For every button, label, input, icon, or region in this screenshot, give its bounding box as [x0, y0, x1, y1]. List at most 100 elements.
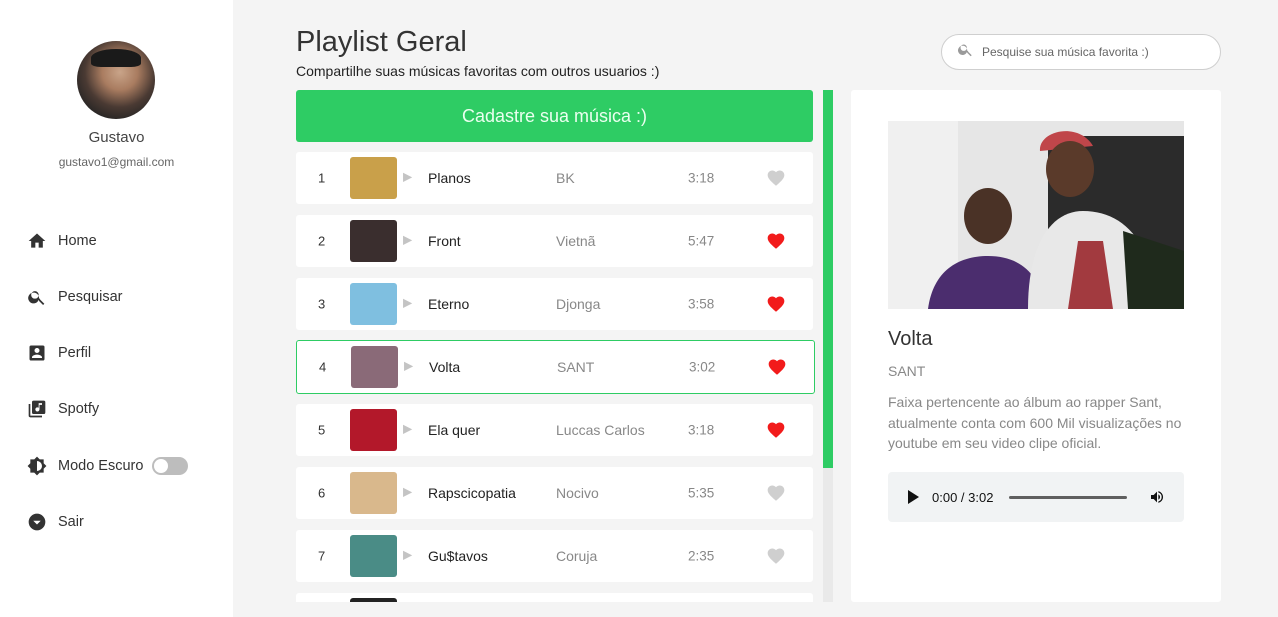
song-thumbnail: [350, 283, 397, 325]
play-icon[interactable]: ▶: [403, 233, 412, 247]
search-icon: [27, 287, 47, 307]
song-duration: 3:58: [688, 296, 715, 312]
nav-item-spotfy[interactable]: Spotfy: [27, 397, 99, 421]
play-icon[interactable]: [907, 490, 921, 504]
song-row[interactable]: 5 ▶ Ela quer Luccas Carlos 3:18: [296, 404, 813, 456]
user-name: Gustavo: [88, 129, 145, 146]
song-artist: Luccas Carlos: [556, 422, 645, 438]
heart-icon[interactable]: [765, 546, 787, 566]
nav-label-sair: Sair: [58, 514, 84, 530]
song-number: 1: [318, 170, 326, 186]
register-song-button[interactable]: Cadastre sua música :): [296, 90, 813, 142]
song-number: 5: [318, 422, 326, 438]
library-icon: [27, 399, 47, 419]
list-scrollbar[interactable]: [823, 90, 833, 602]
detail-song-title: Volta: [888, 328, 933, 350]
nav-item-perfil[interactable]: Perfil: [27, 341, 91, 365]
heart-icon[interactable]: [765, 294, 787, 314]
nav-item-home[interactable]: Home: [27, 229, 97, 253]
search-box[interactable]: [941, 34, 1221, 70]
song-duration: 3:18: [688, 422, 715, 438]
play-icon[interactable]: ▶: [403, 485, 412, 499]
song-artist: Vietnã: [556, 233, 596, 249]
dark-mode-toggle[interactable]: [152, 457, 189, 475]
nav-item-pesquisar[interactable]: Pesquisar: [27, 285, 122, 309]
play-icon[interactable]: ▶: [403, 296, 412, 310]
play-icon[interactable]: ▶: [403, 422, 412, 436]
nav-item-sair[interactable]: Sair: [27, 510, 84, 534]
song-duration: 5:35: [688, 485, 715, 501]
song-duration: 2:35: [688, 548, 715, 564]
song-row[interactable]: 4 ▶ Volta SANT 3:02: [296, 340, 815, 394]
song-title: Volta: [429, 359, 461, 375]
song-title: Ela quer: [428, 422, 481, 438]
page-title: Playlist Geral: [296, 26, 467, 58]
song-thumbnail: [350, 409, 397, 451]
song-list: 1 ▶ Planos BK 3:18 2 ▶ Front Vietnã 5:47 3 ▶ Eterno D…: [296, 152, 816, 602]
nav-label-spotfy: Spotfy: [58, 401, 100, 417]
song-row[interactable]: 2 ▶ Front Vietnã 5:47: [296, 215, 813, 267]
user-email: gustavo1@gmail.com: [58, 155, 175, 169]
song-number: 6: [318, 485, 326, 501]
song-row[interactable]: 1 ▶ Planos BK 3:18: [296, 152, 813, 204]
detail-song-description: Faixa pertencente ao álbum ao rapper San…: [888, 394, 1182, 451]
profile-icon: [27, 343, 47, 363]
song-number: 7: [318, 548, 326, 564]
song-artist: Nocivo: [556, 485, 599, 501]
song-artist: BK: [556, 170, 575, 186]
song-artist: SANT: [557, 359, 595, 375]
song-artist: Coruja: [556, 548, 598, 564]
player-progress-bar[interactable]: [1009, 495, 1128, 499]
song-row[interactable]: [296, 593, 813, 602]
song-duration: 3:18: [688, 170, 715, 186]
player-time: 0:00 / 3:02: [932, 489, 994, 505]
page-subtitle: Compartilhe suas músicas favoritas com o…: [296, 63, 660, 79]
heart-icon[interactable]: [765, 168, 787, 188]
heart-icon[interactable]: [766, 357, 788, 377]
song-duration: 3:02: [689, 359, 716, 375]
song-thumbnail: [350, 598, 397, 602]
heart-icon[interactable]: [765, 420, 787, 440]
nav-label-home: Home: [58, 233, 97, 249]
user-avatar[interactable]: [77, 41, 155, 119]
search-input[interactable]: [982, 45, 1202, 59]
song-row[interactable]: 6 ▶ Rapscicopatia Nocivo 5:35: [296, 467, 813, 519]
song-number: 3: [318, 296, 326, 312]
detail-song-artist: SANT: [888, 363, 926, 379]
list-scrollbar-thumb[interactable]: [823, 90, 833, 468]
song-thumbnail: [351, 346, 398, 388]
audio-player: 0:00 / 3:02: [888, 472, 1184, 522]
song-thumbnail: [350, 472, 397, 514]
song-detail-panel: Volta SANT Faixa pertencente ao álbum ao…: [851, 90, 1221, 602]
song-title: Gu$tavos: [428, 548, 488, 564]
play-icon[interactable]: ▶: [404, 359, 413, 373]
song-number: 4: [319, 359, 327, 375]
search-icon: [957, 41, 974, 63]
home-icon: [27, 231, 47, 251]
play-icon[interactable]: ▶: [403, 170, 412, 184]
song-thumbnail: [350, 535, 397, 577]
song-thumbnail: [350, 157, 397, 199]
song-title: Eterno: [428, 296, 470, 312]
nav-label-pesquisar: Pesquisar: [58, 289, 123, 305]
song-row[interactable]: 3 ▶ Eterno Djonga 3:58: [296, 278, 813, 330]
nav-label-perfil: Perfil: [58, 345, 92, 361]
song-title: Rapscicopatia: [428, 485, 516, 501]
song-title: Planos: [428, 170, 471, 186]
song-duration: 5:47: [688, 233, 715, 249]
song-artist: Djonga: [556, 296, 601, 312]
song-number: 2: [318, 233, 326, 249]
heart-icon[interactable]: [765, 483, 787, 503]
nav-label-dark-mode: Modo Escuro: [58, 458, 144, 474]
logout-icon: [27, 512, 47, 532]
sidebar: Gustavo gustavo1@gmail.com Home Pesquisa…: [0, 0, 233, 617]
song-title: Front: [428, 233, 461, 249]
heart-icon[interactable]: [765, 231, 787, 251]
nav-item-dark-mode[interactable]: Modo Escuro: [27, 454, 189, 478]
song-row[interactable]: 7 ▶ Gu$tavos Coruja 2:35: [296, 530, 813, 582]
brightness-icon: [27, 456, 47, 476]
song-thumbnail: [350, 220, 397, 262]
play-icon[interactable]: ▶: [403, 548, 412, 562]
volume-icon[interactable]: [1149, 488, 1167, 506]
song-cover-image: [888, 121, 1184, 309]
